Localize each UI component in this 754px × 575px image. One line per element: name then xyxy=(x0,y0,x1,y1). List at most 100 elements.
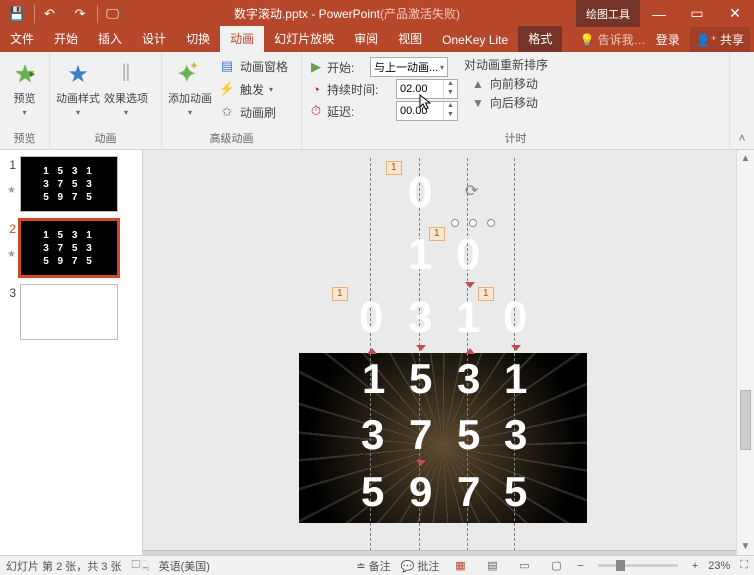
normal-view[interactable]: ▦ xyxy=(449,558,471,574)
pane-icon: ▤ xyxy=(219,58,235,74)
comments-button[interactable]: 💬 批注 xyxy=(401,558,440,574)
selection-handle[interactable] xyxy=(469,219,477,227)
tab-onekey[interactable]: OneKey Lite xyxy=(432,29,518,52)
digit: 0 xyxy=(359,293,383,343)
move-earlier[interactable]: ▲向前移动 xyxy=(464,75,548,92)
tab-slideshow[interactable]: 幻灯片放映 xyxy=(264,26,344,52)
slideshow-view[interactable]: ▢ xyxy=(545,558,567,574)
zoom-slider[interactable] xyxy=(598,564,678,567)
contextual-tool-label: 绘图工具 xyxy=(576,0,640,27)
star-icon: ★ xyxy=(62,58,94,90)
group-preview-label: 预览 xyxy=(6,128,43,149)
present-icon: 🖵 xyxy=(106,6,119,22)
collapse-ribbon[interactable]: ˄ xyxy=(730,52,754,149)
lines-icon: ‖ xyxy=(110,58,142,90)
digit: 3 xyxy=(504,411,527,459)
fit-window[interactable]: ⛶ xyxy=(740,559,748,572)
login-link[interactable]: 登录 xyxy=(650,31,686,48)
animation-painter[interactable]: ✩动画刷 xyxy=(216,102,291,122)
notes-button[interactable]: ≐ 备注 xyxy=(356,558,390,574)
slide-canvas[interactable]: 1 1 1 1 ⟳ 0 1 0 0 3 1 0 1 5 3 1 3 7 5 3 … xyxy=(143,150,754,555)
digit: 5 xyxy=(361,468,384,516)
digit: 1 xyxy=(362,355,385,403)
tab-transitions[interactable]: 切换 xyxy=(176,26,220,52)
vertical-scrollbar[interactable]: ▲ ▼ xyxy=(736,150,754,555)
tab-animations[interactable]: 动画 xyxy=(220,26,264,52)
preview-button[interactable]: ★▸ 预览 ▾ xyxy=(6,56,43,124)
slide-background xyxy=(299,353,587,523)
delay-input[interactable] xyxy=(397,105,437,117)
clock-icon: ◔ xyxy=(308,81,324,97)
tab-home[interactable]: 开始 xyxy=(44,26,88,52)
slide-thumbnail-3[interactable] xyxy=(20,284,118,340)
zoom-in[interactable]: + xyxy=(692,560,698,572)
spin-up[interactable]: ▲ xyxy=(443,80,457,89)
tab-view[interactable]: 视图 xyxy=(388,26,432,52)
share-button[interactable]: 👤⁺共享 xyxy=(690,27,750,52)
anim-star-icon: ★ xyxy=(7,250,16,260)
slide-panel[interactable]: 1 ★ 1 5 3 13 7 5 35 9 7 5 2 ★ 1 5 3 13 7 5… xyxy=(0,150,143,555)
anim-styles-label: 动画样式 xyxy=(56,93,100,105)
reading-view[interactable]: ▭ xyxy=(513,558,535,574)
up-arrow-icon: ▲ xyxy=(472,77,484,91)
add-anim-label: 添加动画 xyxy=(168,93,212,105)
add-animation[interactable]: ✦+ 添加动画 ▾ xyxy=(168,56,212,124)
scroll-up[interactable]: ▲ xyxy=(737,150,754,167)
tab-review[interactable]: 审阅 xyxy=(344,26,388,52)
tab-file[interactable]: 文件 xyxy=(0,26,44,52)
delay-label: 延迟: xyxy=(327,103,393,120)
group-timing-label: 计时 xyxy=(308,128,723,149)
qat-save[interactable]: 💾 xyxy=(4,3,30,25)
move-later[interactable]: ▼向后移动 xyxy=(464,94,548,111)
qat-undo[interactable]: ↶▾ xyxy=(39,3,65,25)
tab-format[interactable]: 格式 xyxy=(518,26,562,52)
selection-handle[interactable] xyxy=(451,219,459,227)
tab-insert[interactable]: 插入 xyxy=(88,26,132,52)
selection-handle[interactable] xyxy=(487,219,495,227)
digit: 0 xyxy=(408,168,432,218)
qat-redo[interactable]: ↷ xyxy=(67,3,93,25)
animation-pane[interactable]: ▤动画窗格 xyxy=(216,56,291,76)
spin-down[interactable]: ▼ xyxy=(443,89,457,98)
tell-me[interactable]: 💡告诉我… xyxy=(580,31,646,48)
slide-thumbnail-2[interactable]: 1 5 3 13 7 5 35 9 7 5 xyxy=(20,220,118,276)
thumb-number: 1 xyxy=(4,156,16,172)
scroll-thumb[interactable] xyxy=(740,390,751,450)
rotate-handle[interactable]: ⟳ xyxy=(465,181,483,199)
slide-counter: 幻灯片 第 2 张，共 3 张 xyxy=(6,558,122,574)
animation-styles[interactable]: ★ 动画样式 ▾ xyxy=(56,56,100,124)
scroll-down[interactable]: ▼ xyxy=(737,538,754,555)
group-advanced-label: 高级动画 xyxy=(168,128,295,149)
digit: 7 xyxy=(457,468,480,516)
duration-spin[interactable]: ▲▼ xyxy=(396,79,458,99)
zoom-handle[interactable] xyxy=(616,560,625,571)
zoom-percent[interactable]: 23% xyxy=(708,560,730,572)
spellcheck-icon[interactable]: □ೢ xyxy=(132,559,149,572)
anim-tag[interactable]: 1 xyxy=(386,161,402,175)
window-restore[interactable]: ▭ xyxy=(678,0,716,27)
play-icon: ▶ xyxy=(308,59,324,75)
digit: 0 xyxy=(456,230,480,280)
anim-tag[interactable]: 1 xyxy=(332,287,348,301)
effect-opts-label: 效果选项 xyxy=(104,93,148,105)
qat-start-from-beginning[interactable]: 🖵▾ xyxy=(102,3,128,25)
slide-thumbnail-1[interactable]: 1 5 3 13 7 5 35 9 7 5 xyxy=(20,156,118,212)
spin-up[interactable]: ▲ xyxy=(443,102,457,111)
zoom-out[interactable]: − xyxy=(577,560,583,572)
digit: 5 xyxy=(504,468,527,516)
sorter-view[interactable]: ▤ xyxy=(481,558,503,574)
tab-design[interactable]: 设计 xyxy=(132,26,176,52)
language-status[interactable]: 英语(美国) xyxy=(159,558,210,574)
effect-options[interactable]: ‖ 效果选项 ▾ xyxy=(104,56,148,124)
window-minimize[interactable]: — xyxy=(640,0,678,27)
thumb-number: 2 xyxy=(4,220,16,236)
window-close[interactable]: ✕ xyxy=(716,0,754,27)
spin-down[interactable]: ▼ xyxy=(443,111,457,120)
start-combo[interactable]: 与上一动画...▾ xyxy=(370,57,448,77)
trigger[interactable]: ⚡触发 ▾ xyxy=(216,79,291,99)
digit: 3 xyxy=(361,411,384,459)
duration-input[interactable] xyxy=(397,83,437,95)
digit: 5 xyxy=(457,411,480,459)
delay-spin[interactable]: ▲▼ xyxy=(396,101,458,121)
anim-star-icon: ★ xyxy=(7,186,16,196)
